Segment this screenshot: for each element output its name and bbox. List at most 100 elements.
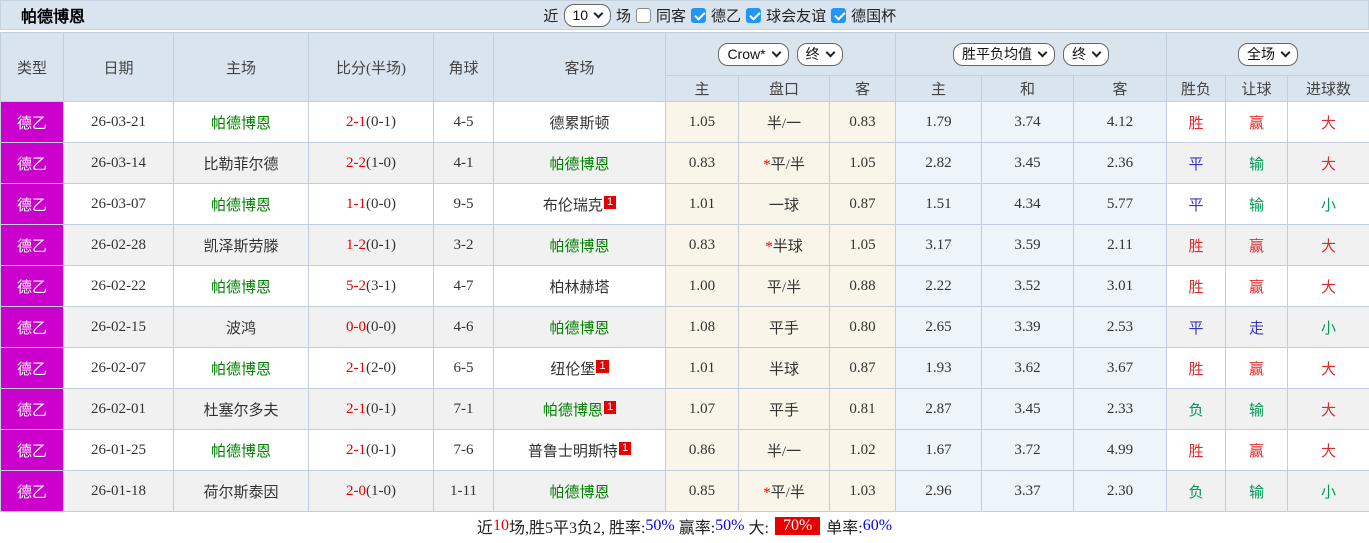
result-wdl-cell: 胜: [1166, 224, 1227, 266]
col-header-away: 客场: [493, 32, 666, 102]
checkbox-league-bundesliga2[interactable]: [691, 7, 707, 23]
mean-draw-cell: 3.45: [981, 388, 1075, 430]
mean-draw-cell: 3.74: [981, 101, 1075, 143]
result-handicap-cell: 输: [1225, 470, 1289, 512]
home-team-cell: 凯泽斯劳滕: [173, 224, 309, 266]
result-wdl-cell: 负: [1166, 388, 1227, 430]
odds-home-cell: 0.85: [665, 470, 739, 512]
summary-part: 近: [476, 520, 493, 537]
corners-cell: 4-6: [433, 306, 494, 348]
mean-home-cell: 1.93: [895, 347, 983, 389]
away-team-cell: 柏林赫塔: [493, 265, 666, 307]
result-handicap-cell: 输: [1225, 183, 1289, 225]
subcol-odds-handicap: 盘口: [738, 75, 830, 102]
match-row: 德乙 26-02-15 波鸿 0-0(0-0) 4-6 帕德博恩 1.08 平手 0.80 2.6…: [0, 306, 1369, 348]
mean-draw-cell: 3.52: [981, 265, 1075, 307]
score-cell: 2-0(1-0): [308, 470, 434, 512]
odds-home-cell: 1.01: [665, 183, 739, 225]
away-team-name: 帕德博恩: [549, 156, 610, 173]
odds-away-cell: 0.81: [828, 388, 897, 430]
home-team-name: 比勒菲尔德: [203, 156, 279, 173]
summary-part: 70%: [774, 517, 821, 535]
fulltime-score: 2-0: [346, 482, 366, 499]
away-team-name: 帕德博恩: [549, 484, 610, 501]
mean-metric-select-value: 胜平负均值: [962, 45, 1033, 62]
mean-draw-cell: 3.59: [981, 224, 1075, 266]
match-row: 德乙 26-03-14 比勒菲尔德 2-2(1-0) 4-1 帕德博恩 0.83 *平/半 1.…: [0, 142, 1369, 184]
home-team-name: 杜塞尔多夫: [203, 402, 279, 419]
corners-cell: 4-5: [433, 101, 494, 143]
away-team-name: 帕德博恩: [542, 402, 603, 419]
mean-draw-cell: 4.34: [981, 183, 1075, 225]
away-team-cell: 布伦瑞克 1: [493, 183, 666, 225]
score-cell: 0-0(0-0): [308, 306, 434, 348]
mean-home-cell: 2.65: [895, 306, 983, 348]
score-cell: 5-2(3-1): [308, 265, 434, 307]
mean-away-cell: 5.77: [1073, 183, 1168, 225]
home-team-cell: 帕德博恩: [173, 347, 309, 389]
summary-part: 单率:: [822, 520, 863, 537]
halftime-score: (3-1): [366, 277, 396, 294]
odds-time-select[interactable]: 终: [796, 42, 843, 66]
checkbox-german-cup[interactable]: [831, 7, 847, 23]
mean-away-cell: 4.12: [1073, 101, 1168, 143]
home-team-name: 荷尔斯泰因: [203, 484, 279, 501]
odds-handicap-cell: *平/半: [738, 470, 830, 512]
checkbox-club-friendly[interactable]: [746, 7, 762, 23]
mean-time-select-value: 终: [1072, 45, 1087, 62]
star-icon: *: [763, 484, 771, 501]
odds-home-cell: 1.05: [665, 101, 739, 143]
chevron-down-icon: [1091, 47, 1102, 57]
odds-handicap-cell: 半球: [738, 347, 830, 389]
match-row: 德乙 26-01-18 荷尔斯泰因 2-0(1-0) 1-11 帕德博恩 0.85 *平/半 1…: [0, 470, 1369, 512]
odds-home-cell: 0.83: [665, 224, 739, 266]
chevron-down-icon: [771, 47, 782, 57]
bookmaker-select[interactable]: Crow*: [718, 42, 789, 66]
checkbox-league-bundesliga2-label: 德乙: [711, 8, 742, 25]
away-team-name: 帕德博恩: [549, 320, 610, 337]
halftime-score: (1-0): [366, 154, 396, 171]
home-team-cell: 帕德博恩: [173, 183, 309, 225]
result-wdl-cell: 平: [1166, 306, 1227, 348]
mean-home-cell: 2.87: [895, 388, 983, 430]
mean-away-cell: 2.36: [1073, 142, 1168, 184]
games-label: 场: [616, 8, 632, 25]
result-goals-cell: 小: [1287, 306, 1369, 348]
mean-away-cell: 2.53: [1073, 306, 1168, 348]
result-wdl-cell: 胜: [1166, 265, 1227, 307]
result-scope-select[interactable]: 全场: [1238, 42, 1299, 66]
mean-away-cell: 4.99: [1073, 429, 1168, 471]
league-cell: 德乙: [0, 429, 64, 471]
mean-metric-select[interactable]: 胜平负均值: [953, 42, 1056, 66]
away-team-cell: 德累斯顿: [493, 101, 666, 143]
checkbox-german-cup-label: 德国杯: [851, 8, 897, 25]
league-cell: 德乙: [0, 224, 64, 266]
near-label: 近: [543, 8, 559, 25]
card-badge: 1: [603, 400, 617, 414]
subcol-mean-away: 客: [1073, 75, 1168, 102]
result-handicap-cell: 赢: [1225, 224, 1289, 266]
corners-cell: 1-11: [433, 470, 494, 512]
odds-home-cell: 1.01: [665, 347, 739, 389]
mean-time-select[interactable]: 终: [1063, 42, 1110, 66]
corners-cell: 6-5: [433, 347, 494, 389]
match-history-table: 类型 日期 主场 比分(半场) 角球 客场 Crow* 终 胜平负均值 终 全场…: [0, 32, 1369, 512]
mean-group-header: 胜平负均值 终: [895, 32, 1168, 76]
fulltime-score: 1-1: [346, 195, 366, 212]
odds-handicap-cell: 平/半: [738, 265, 830, 307]
corners-cell: 4-7: [433, 265, 494, 307]
away-team-name: 布伦瑞克: [542, 197, 603, 214]
odds-time-select-value: 终: [805, 45, 820, 62]
match-row: 德乙 26-03-07 帕德博恩 1-1(0-0) 9-5 布伦瑞克 1 1.01 一球 0.87…: [0, 183, 1369, 225]
fulltime-score: 1-2: [346, 236, 366, 253]
away-team-name: 柏林赫塔: [549, 279, 610, 296]
recent-count-select[interactable]: 10: [563, 3, 612, 27]
chevron-down-icon: [593, 8, 604, 18]
subcol-odds-away: 客: [828, 75, 897, 102]
score-cell: 2-1(2-0): [308, 347, 434, 389]
halftime-score: (0-1): [366, 113, 396, 130]
away-team-cell: 普鲁士明斯特 1: [493, 429, 666, 471]
checkbox-same-venue[interactable]: [636, 7, 652, 23]
mean-home-cell: 2.96: [895, 470, 983, 512]
subcol-odds-home: 主: [665, 75, 739, 102]
